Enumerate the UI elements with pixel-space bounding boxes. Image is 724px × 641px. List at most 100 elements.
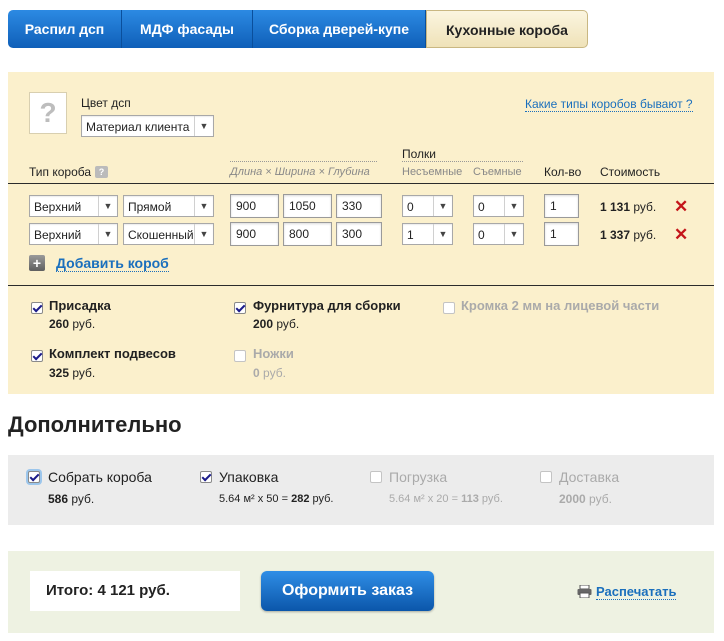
row2-cost: 1 337 руб. (600, 228, 656, 242)
pogruzka-price-value: 113 (461, 493, 479, 505)
upakovka-formula: 5.64 м² х 50 = (219, 493, 289, 505)
row2-type-select[interactable]: Верхний ▼ (29, 223, 118, 245)
prisadka-checkbox[interactable] (31, 302, 43, 314)
tab-raspil[interactable]: Распил дсп (8, 10, 122, 48)
box-types-help-link[interactable]: Какие типы коробов бывают ? (525, 97, 693, 112)
chevron-down-icon: ▼ (504, 224, 523, 244)
tab-mdf[interactable]: МДФ фасады (122, 10, 253, 48)
currency-label: руб. (481, 493, 503, 505)
row1-fixed-shelves-select[interactable]: 0 ▼ (402, 195, 453, 217)
upakovka-checkbox[interactable] (200, 471, 212, 483)
order-total: Итого: 4 121 руб. (30, 571, 240, 611)
help-icon[interactable]: ? (95, 166, 108, 178)
sobrat-price-value: 586 (48, 492, 69, 506)
prisadka-price-value: 260 (49, 317, 70, 331)
material-placeholder-icon: ? (29, 92, 67, 134)
extras-title: Дополнительно (8, 412, 182, 437)
kromka-label: Кромка 2 мм на лицевой части (461, 298, 660, 313)
printer-icon[interactable] (577, 585, 592, 598)
dostavka-price-value: 2000 (559, 492, 586, 506)
podvesy-price: 325 руб. (49, 366, 95, 380)
col-fixed-header: Несъемные (402, 166, 463, 178)
currency-label: руб. (263, 366, 286, 380)
currency-label: руб. (633, 200, 657, 214)
row2-depth-input[interactable]: 300 (336, 222, 382, 246)
upakovka-label: Упаковка (219, 469, 279, 485)
row1-type-select[interactable]: Верхний ▼ (29, 195, 118, 217)
header-divider (8, 183, 714, 184)
row1-removable-value: 0 (478, 200, 485, 214)
configurator-panel: ? Цвет дсп Материал клиента ▼ Какие типы… (8, 72, 714, 394)
podvesy-checkbox[interactable] (31, 350, 43, 362)
sobrat-label: Собрать короба (48, 469, 152, 485)
row2-fixed-shelves-select[interactable]: 1 ▼ (402, 223, 453, 245)
row1-delete-icon[interactable]: ✕ (674, 198, 688, 215)
row1-length-input[interactable]: 900 (230, 194, 279, 218)
sobrat-price: 586 руб. (48, 492, 94, 506)
row1-fixed-value: 0 (407, 200, 414, 214)
currency-label: руб. (72, 317, 96, 331)
currency-label: руб. (589, 492, 612, 506)
furnitura-label: Фурнитура для сборки (253, 298, 401, 313)
row2-length-input[interactable]: 900 (230, 222, 279, 246)
chevron-down-icon: ▼ (194, 196, 213, 216)
chevron-down-icon: ▼ (194, 116, 213, 136)
furnitura-price-value: 200 (253, 317, 274, 331)
row2-delete-icon[interactable]: ✕ (674, 226, 688, 243)
tab-bar: Распил дсп МДФ фасады Сборка дверей-купе… (8, 10, 588, 48)
row1-shape-select[interactable]: Прямой ▼ (123, 195, 214, 217)
material-select[interactable]: Материал клиента ▼ (81, 115, 214, 137)
tab-doors[interactable]: Сборка дверей-купе (253, 10, 426, 48)
tab-kitchen-boxes[interactable]: Кухонные короба (426, 10, 588, 48)
row2-cost-value: 1 337 (600, 228, 631, 242)
furnitura-checkbox[interactable] (234, 302, 246, 314)
upakovka-price: 5.64 м² х 50 = 282 руб. (219, 493, 334, 505)
dostavka-label: Доставка (559, 469, 620, 485)
dims-divider (230, 161, 377, 162)
row1-width-input[interactable]: 1050 (283, 194, 332, 218)
nozhki-price: 0 руб. (253, 366, 286, 380)
sobrat-checkbox[interactable] (28, 471, 40, 483)
row2-width-input[interactable]: 800 (283, 222, 332, 246)
row2-removable-shelves-select[interactable]: 0 ▼ (473, 223, 524, 245)
chevron-down-icon: ▼ (433, 196, 452, 216)
add-box-wrap: Добавить короб (56, 255, 169, 272)
currency-label: руб. (276, 317, 300, 331)
chevron-down-icon: ▼ (98, 224, 117, 244)
chevron-down-icon: ▼ (433, 224, 452, 244)
row1-depth-input[interactable]: 330 (336, 194, 382, 218)
row2-shape-value: Скошенный (128, 228, 194, 242)
kromka-checkbox[interactable] (443, 302, 455, 314)
row2-shape-select[interactable]: Скошенный ▼ (123, 223, 214, 245)
row2-qty-input[interactable]: 1 (544, 222, 579, 246)
row2-fixed-value: 1 (407, 228, 414, 242)
col-dims-header: Длина × Ширина × Глубина (230, 166, 370, 178)
place-order-button[interactable]: Оформить заказ (261, 571, 434, 611)
dostavka-checkbox[interactable] (540, 471, 552, 483)
box-types-help-wrap: Какие типы коробов бывают ? (525, 97, 693, 112)
prisadka-price: 260 руб. (49, 317, 95, 331)
pogruzka-price: 5.64 м² х 20 = 113 руб. (389, 493, 503, 505)
row1-shape-value: Прямой (128, 200, 172, 214)
row1-cost: 1 131 руб. (600, 200, 656, 214)
col-shelves-header: Полки (402, 147, 436, 161)
upakovka-price-value: 282 (291, 493, 310, 505)
pogruzka-checkbox[interactable] (370, 471, 382, 483)
add-icon[interactable]: + (29, 255, 45, 271)
dostavka-price: 2000 руб. (559, 492, 612, 506)
chevron-down-icon: ▼ (98, 196, 117, 216)
podvesy-price-value: 325 (49, 366, 70, 380)
col-qty-header: Кол-во (544, 165, 582, 179)
currency-label: руб. (633, 228, 657, 242)
row1-removable-shelves-select[interactable]: 0 ▼ (473, 195, 524, 217)
extras-panel: Собрать короба 586 руб. Упаковка 5.64 м²… (8, 455, 714, 525)
nozhki-price-value: 0 (253, 366, 260, 380)
row1-qty-input[interactable]: 1 (544, 194, 579, 218)
col-type-header: Тип короба (29, 165, 92, 179)
options-divider (8, 285, 714, 286)
print-link[interactable]: Распечатать (596, 584, 677, 600)
nozhki-checkbox[interactable] (234, 350, 246, 362)
material-label: Цвет дсп (81, 96, 131, 110)
add-box-link[interactable]: Добавить короб (56, 255, 169, 272)
row1-cost-value: 1 131 (600, 200, 631, 214)
